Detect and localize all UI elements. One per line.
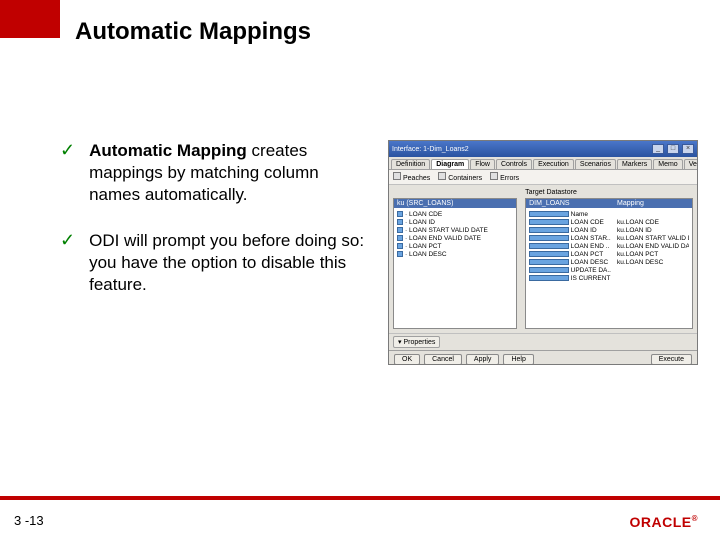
target-mapping-row[interactable]: IS CURRENT	[529, 274, 689, 282]
window-buttons: _ □ ×	[651, 144, 694, 154]
help-button[interactable]: Help	[503, 354, 533, 365]
target-mapping-row[interactable]: LOAN STAR..ku.LOAN START VALID DATE	[529, 234, 689, 242]
page-number: 3 -13	[14, 513, 44, 528]
minimize-icon[interactable]: _	[652, 144, 664, 154]
tab-markers[interactable]: Markers	[617, 159, 652, 169]
check-icon: ✓	[60, 230, 75, 252]
bullet-list: ✓ Automatic Mapping creates mappings by …	[60, 140, 370, 321]
tab-diagram[interactable]: Diagram	[431, 159, 469, 169]
sub-item[interactable]: Errors	[490, 172, 519, 182]
bullet-item: ✓ ODI will prompt you before doing so: y…	[60, 230, 370, 296]
footer-left-group: OK Cancel ApplyHelp	[394, 354, 534, 365]
source-column[interactable]: · LOAN START VALID DATE	[397, 226, 513, 234]
slide-title: Automatic Mappings	[75, 18, 311, 46]
target-mapping-row[interactable]: LOAN END ..ku.LOAN END VALID DATE	[529, 242, 689, 250]
tab-execution[interactable]: Execution	[533, 159, 574, 169]
cancel-button[interactable]: Cancel	[424, 354, 462, 365]
target-header: DIM_LOANS Mapping	[526, 199, 692, 208]
apply-button[interactable]: Apply	[466, 354, 500, 365]
tab-flow[interactable]: Flow	[470, 159, 495, 169]
target-mapping-row[interactable]: LOAN DESCku.LOAN DESC	[529, 258, 689, 266]
bullet-text: Automatic Mapping creates mappings by ma…	[89, 140, 370, 206]
tab-bar: DefinitionDiagramFlowControlsExecutionSc…	[389, 157, 697, 170]
properties-bar: ▾ Properties	[389, 333, 697, 350]
target-label: Target Datastore	[525, 189, 693, 198]
brand-red-block	[0, 0, 60, 38]
embedded-app-window: Interface: 1-Dim_Loans2 _ □ × Definition…	[388, 140, 698, 365]
execute-button[interactable]: Execute	[651, 354, 692, 365]
source-column[interactable]: · LOAN CDE	[397, 210, 513, 218]
tab-definition[interactable]: Definition	[391, 159, 430, 169]
oracle-logo: ORACLE®	[629, 514, 698, 530]
maximize-icon[interactable]: □	[667, 144, 679, 154]
window-titlebar: Interface: 1-Dim_Loans2 _ □ ×	[389, 141, 697, 157]
target-panel: DIM_LOANS Mapping NameLOAN CDEku.LOAN CD…	[525, 198, 693, 329]
ok-button[interactable]: OK	[394, 354, 420, 365]
target-mapping-row[interactable]: LOAN CDEku.LOAN CDE	[529, 218, 689, 226]
source-column[interactable]: · LOAN PCT	[397, 242, 513, 250]
dialog-footer: OK Cancel ApplyHelp Execute	[389, 350, 697, 365]
target-mapping-row[interactable]: Name	[529, 210, 689, 218]
bullet-text: ODI will prompt you before doing so: you…	[89, 230, 370, 296]
target-mapping-row[interactable]: LOAN IDku.LOAN ID	[529, 226, 689, 234]
source-column-list: · LOAN CDE· LOAN ID· LOAN START VALID DA…	[394, 208, 516, 260]
target-mapping-row[interactable]: UPDATE DA..	[529, 266, 689, 274]
tab-memo[interactable]: Memo	[653, 159, 682, 169]
source-column[interactable]: · LOAN DESC	[397, 250, 513, 258]
window-title: Interface: 1-Dim_Loans2	[392, 146, 469, 153]
footer-right-group: Execute	[651, 354, 692, 365]
tab-scenarios[interactable]: Scenarios	[575, 159, 616, 169]
editor-body: ku (SRC_LOANS) · LOAN CDE· LOAN ID· LOAN…	[389, 185, 697, 333]
source-header: ku (SRC_LOANS)	[394, 199, 516, 208]
source-panel-wrap: ku (SRC_LOANS) · LOAN CDE· LOAN ID· LOAN…	[393, 189, 517, 329]
sub-item[interactable]: Peaches	[393, 172, 430, 182]
source-column[interactable]: · LOAN ID	[397, 218, 513, 226]
source-panel: ku (SRC_LOANS) · LOAN CDE· LOAN ID· LOAN…	[393, 198, 517, 329]
target-mapping-list: NameLOAN CDEku.LOAN CDELOAN IDku.LOAN ID…	[526, 208, 692, 284]
properties-toggle[interactable]: ▾ Properties	[393, 336, 440, 348]
bullet-item: ✓ Automatic Mapping creates mappings by …	[60, 140, 370, 206]
close-icon[interactable]: ×	[682, 144, 694, 154]
source-column[interactable]: · LOAN END VALID DATE	[397, 234, 513, 242]
footer-red-bar	[0, 496, 720, 500]
target-panel-wrap: Target Datastore DIM_LOANS Mapping NameL…	[525, 189, 693, 329]
source-label	[393, 189, 517, 198]
tab-controls[interactable]: Controls	[496, 159, 532, 169]
target-mapping-row[interactable]: LOAN PCTku.LOAN PCT	[529, 250, 689, 258]
tab-version[interactable]: Version	[684, 159, 698, 169]
sub-toolbar: Peaches Containers Errors	[389, 170, 697, 185]
sub-item[interactable]: Containers	[438, 172, 482, 182]
check-icon: ✓	[60, 140, 75, 162]
